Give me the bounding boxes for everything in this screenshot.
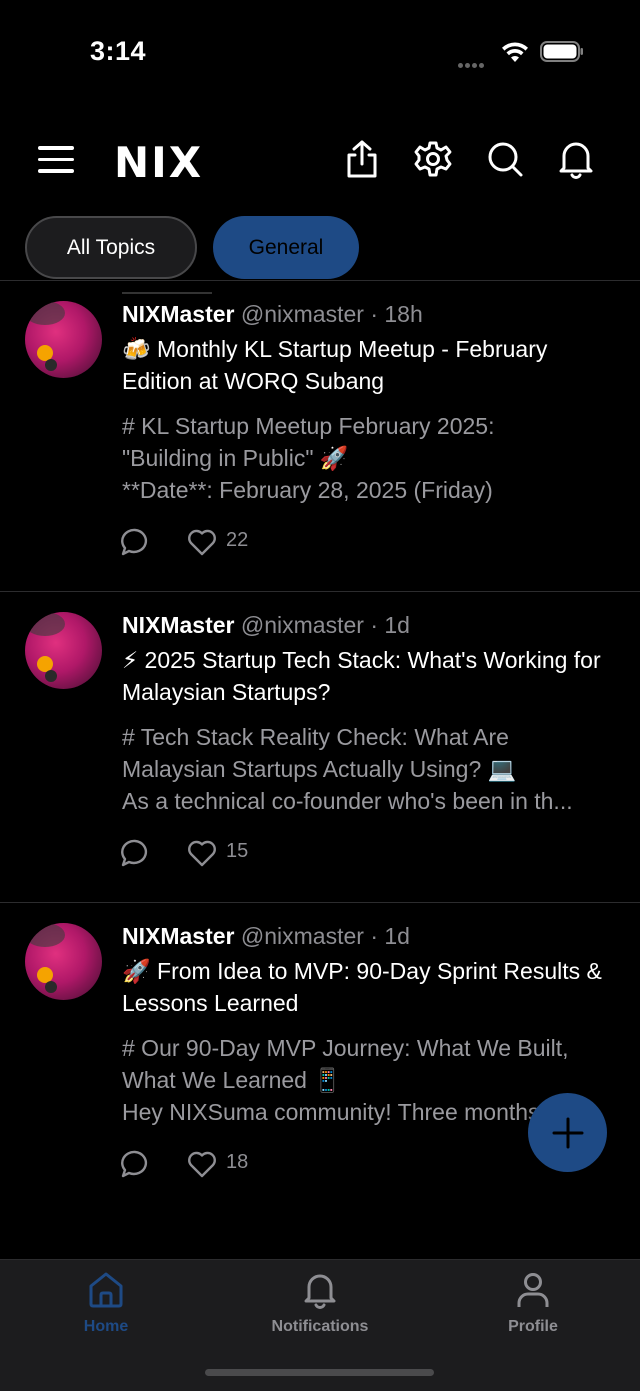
comment-icon[interactable]	[120, 527, 150, 557]
post-meta: NIXMaster @nixmaster · 1d	[122, 923, 410, 950]
post-item[interactable]: NIXMaster @nixmaster · 1d 🚀 From Idea to…	[0, 903, 640, 1213]
post-time: · 1d	[370, 923, 410, 949]
post-item[interactable]: NIXMaster @nixmaster · 18h 🍻 Monthly KL …	[0, 281, 640, 591]
post-body-line: What We Learned 📱	[122, 1067, 342, 1093]
share-icon[interactable]	[342, 138, 382, 180]
post-body-line: "Building in Public" 🚀	[122, 445, 349, 471]
avatar[interactable]	[25, 301, 102, 378]
heart-icon[interactable]	[187, 528, 217, 556]
app-logo[interactable]: NIX	[114, 138, 203, 187]
post-body-line: **Date**: February 28, 2025 (Friday)	[122, 477, 493, 503]
post-body-line: # Tech Stack Reality Check: What Are	[122, 724, 509, 750]
post-title[interactable]: ⚡ 2025 Startup Tech Stack: What's Workin…	[122, 644, 622, 708]
home-icon	[89, 1272, 123, 1308]
post-body-line: # Our 90-Day MVP Journey: What We Built,	[122, 1035, 569, 1061]
like-count: 18	[226, 1151, 249, 1173]
like-count: 15	[226, 840, 249, 862]
like-count: 22	[226, 529, 249, 551]
plus-icon	[552, 1117, 583, 1148]
app-header: NIX	[0, 120, 640, 200]
tab-notifications[interactable]: Notifications	[250, 1270, 390, 1336]
post-meta: NIXMaster @nixmaster · 1d	[122, 612, 410, 639]
post-time: · 1d	[370, 612, 410, 638]
user-icon	[517, 1273, 549, 1307]
wifi-icon	[500, 40, 530, 64]
post-body-line: As a technical co-founder who's been in …	[122, 788, 573, 814]
post-title[interactable]: 🍻 Monthly KL Startup Meetup - February E…	[122, 333, 622, 397]
menu-icon[interactable]	[38, 146, 74, 176]
author-handle: @nixmaster	[240, 923, 364, 949]
author-handle: @nixmaster	[240, 301, 364, 327]
battery-icon	[540, 41, 584, 62]
author-name[interactable]: NIXMaster	[122, 923, 234, 949]
search-icon[interactable]	[485, 138, 525, 180]
post-body[interactable]: # Tech Stack Reality Check: What Are Mal…	[122, 721, 612, 817]
status-bar: 3:14	[0, 0, 640, 100]
comment-icon[interactable]	[120, 838, 150, 868]
comment-icon[interactable]	[120, 1149, 150, 1179]
home-indicator[interactable]	[205, 1369, 434, 1376]
heart-icon[interactable]	[187, 1150, 217, 1178]
bell-icon	[304, 1274, 336, 1309]
status-time: 3:14	[90, 36, 147, 66]
post-body-line: Malaysian Startups Actually Using? 💻	[122, 756, 517, 782]
tab-home[interactable]: Home	[36, 1270, 176, 1336]
author-handle: @nixmaster	[240, 612, 364, 638]
author-name[interactable]: NIXMaster	[122, 612, 234, 638]
post-time: · 18h	[370, 301, 423, 327]
avatar[interactable]	[25, 612, 102, 689]
tab-profile[interactable]: Profile	[463, 1270, 603, 1336]
author-name[interactable]: NIXMaster	[122, 301, 234, 327]
post-meta: NIXMaster @nixmaster · 18h	[122, 301, 423, 328]
gear-icon[interactable]	[413, 138, 453, 180]
new-post-button[interactable]	[528, 1093, 607, 1172]
heart-icon[interactable]	[187, 839, 217, 867]
bell-icon[interactable]	[556, 138, 596, 180]
tab-label-profile: Profile	[508, 1318, 558, 1335]
post-title[interactable]: 🚀 From Idea to MVP: 90-Day Sprint Result…	[122, 955, 622, 1019]
tab-label-home: Home	[83, 1318, 129, 1335]
tab-label-notifications: Notifications	[271, 1318, 369, 1335]
topic-pill-general[interactable]: General	[213, 216, 359, 279]
topic-pill-all[interactable]: All Topics	[25, 216, 197, 279]
post-body-line: # KL Startup Meetup February 2025:	[122, 413, 495, 439]
avatar[interactable]	[25, 923, 102, 1000]
signal-dots-icon	[458, 55, 492, 68]
post-item[interactable]: NIXMaster @nixmaster · 1d ⚡ 2025 Startup…	[0, 592, 640, 902]
post-body[interactable]: # KL Startup Meetup February 2025: "Buil…	[122, 410, 612, 506]
